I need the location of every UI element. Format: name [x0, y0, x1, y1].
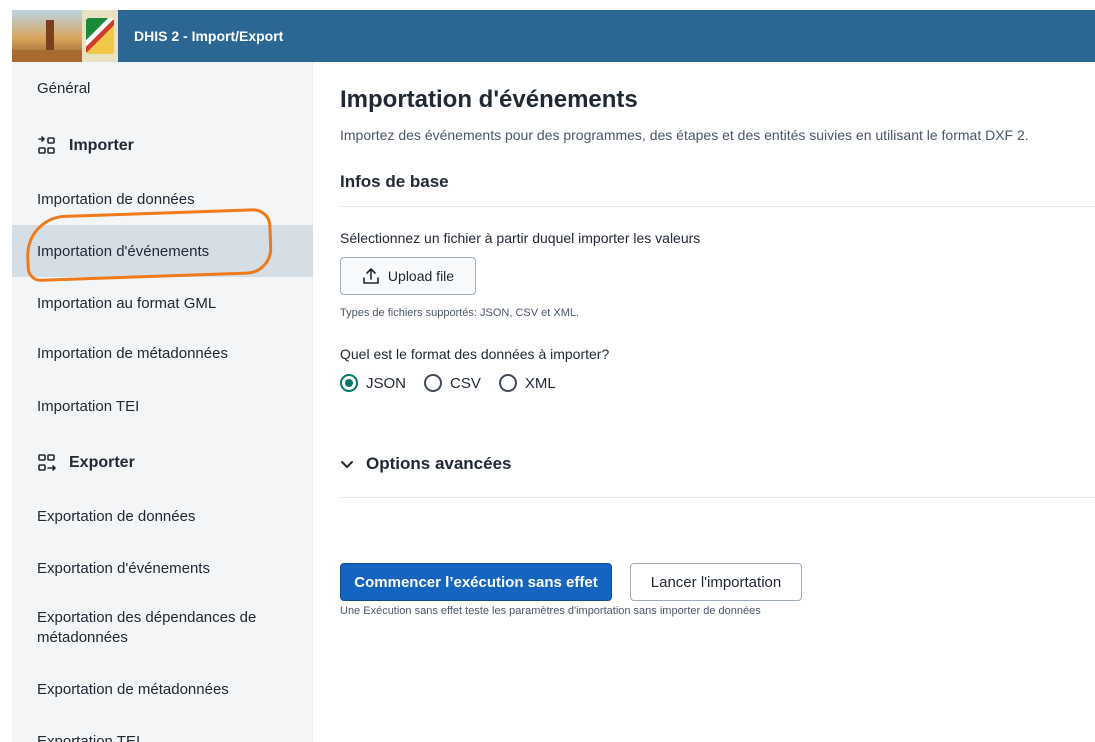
format-radio-group: JSON CSV XML [340, 374, 574, 392]
basic-info-heading: Infos de base [340, 172, 449, 191]
radio-unchecked-icon [424, 374, 443, 392]
sidebar-item-event-export[interactable]: Exportation d'événements [12, 549, 313, 587]
logo-landscape-image [12, 10, 82, 62]
sidebar-item-metadata-import[interactable]: Importation de métadonnées [12, 334, 313, 372]
sidebar-section-export-label: Exporter [69, 454, 135, 471]
sidebar-item-tei-export[interactable]: Exportation TEI [12, 722, 313, 742]
format-radio-xml[interactable]: XML [498, 374, 556, 392]
app-title: DHIS 2 - Import/Export [134, 28, 284, 44]
sidebar: Général Importer Importation de données … [12, 62, 313, 742]
export-icon [37, 453, 57, 473]
top-margin [0, 0, 1095, 10]
divider [340, 497, 1095, 498]
upload-icon [362, 267, 380, 285]
dry-run-button[interactable]: Commencer l’exécution sans effet [340, 563, 612, 601]
format-radio-json[interactable]: JSON [340, 374, 406, 392]
format-radio-csv-label: CSV [450, 374, 481, 392]
radio-unchecked-icon [498, 374, 517, 392]
upload-file-button[interactable]: Upload file [340, 257, 476, 295]
sidebar-item-general[interactable]: Général [12, 70, 313, 106]
page-title: Importation d'événements [340, 86, 638, 113]
chevron-down-icon [340, 457, 354, 471]
sidebar-item-tei-import[interactable]: Importation TEI [12, 387, 313, 425]
logo-emblem-image [82, 10, 118, 62]
sidebar-section-export: Exporter [12, 443, 313, 483]
format-radio-csv[interactable]: CSV [424, 374, 481, 392]
advanced-options-label: Options avancées [366, 454, 512, 473]
page-description: Importez des événements pour des program… [340, 127, 1029, 143]
format-radio-xml-label: XML [524, 374, 556, 392]
divider [340, 206, 1095, 207]
file-select-label: Sélectionnez un fichier à partir duquel … [340, 230, 701, 246]
radio-checked-icon [340, 374, 358, 392]
sidebar-item-metadata-dependency-export[interactable]: Exportation des dépendances de métadonné… [12, 602, 313, 654]
sidebar-section-import: Importer [12, 126, 313, 166]
app-header: DHIS 2 - Import/Export [12, 10, 1095, 62]
sidebar-item-data-import[interactable]: Importation de données [12, 180, 313, 218]
sidebar-item-metadata-export[interactable]: Exportation de métadonnées [12, 670, 313, 708]
advanced-options-toggle[interactable]: Options avancées [340, 454, 512, 474]
sidebar-section-import-label: Importer [69, 137, 134, 154]
app-logo[interactable] [12, 10, 118, 62]
sidebar-item-gml-import[interactable]: Importation au format GML [12, 284, 313, 322]
format-label: Quel est le format des données à importe… [340, 346, 610, 362]
sidebar-item-data-export[interactable]: Exportation de données [12, 497, 313, 535]
main-content: Importation d'événements Importez des év… [313, 62, 1095, 742]
start-import-button[interactable]: Lancer l'importation [630, 563, 802, 601]
upload-file-label: Upload file [387, 268, 455, 284]
dry-run-help: Une Exécution sans effet teste les param… [340, 605, 761, 617]
left-margin [0, 0, 12, 742]
format-radio-json-label: JSON [366, 374, 407, 392]
sidebar-item-event-import[interactable]: Importation d'événements [12, 225, 313, 277]
file-types-help: Types de fichiers supportés: JSON, CSV e… [340, 307, 580, 319]
import-icon [37, 136, 57, 156]
